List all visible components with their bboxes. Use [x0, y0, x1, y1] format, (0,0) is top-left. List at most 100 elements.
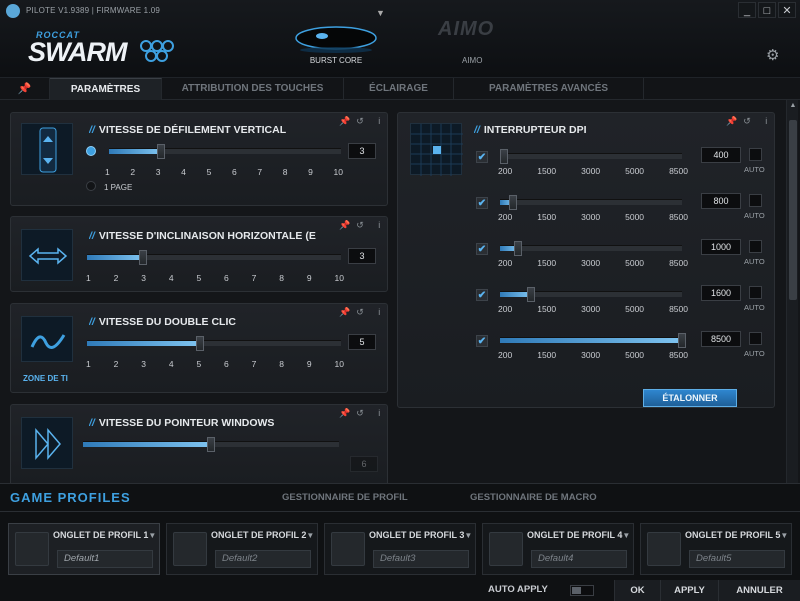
profile-name[interactable]: ONGLET DE PROFIL 3▼ — [369, 530, 472, 540]
double-click-slider[interactable] — [87, 336, 341, 351]
tick-label: 8500 — [669, 166, 688, 176]
dpi-enable-checkbox[interactable]: ✔ — [476, 335, 488, 347]
ok-button[interactable]: OK — [614, 580, 660, 601]
dpi-slider[interactable] — [500, 333, 686, 348]
panel-tools[interactable]: 📌↺ i — [726, 116, 773, 127]
auto-apply-label: AUTO APPLY — [488, 584, 548, 595]
profile-card-1[interactable]: ONGLET DE PROFIL 1▼ Default1 — [8, 523, 160, 575]
auto-label: AUTO — [744, 349, 765, 358]
auto-apply-toggle[interactable] — [570, 585, 594, 596]
tick-label: 8 — [279, 273, 284, 283]
dpi-title: //INTERRUPTEUR DPI — [474, 124, 587, 136]
dpi-slider[interactable] — [500, 149, 682, 164]
dpi-value[interactable]: 8500 — [701, 331, 741, 347]
game-profiles-title[interactable]: GAME PROFILES — [10, 490, 131, 505]
dpi-slider[interactable] — [500, 287, 682, 302]
tick-label: 8 — [279, 359, 284, 369]
dpi-enable-checkbox[interactable]: ✔ — [476, 151, 488, 163]
apply-button[interactable]: APPLY — [660, 580, 718, 601]
tick-label: 9 — [306, 359, 312, 369]
profile-card-4[interactable]: ONGLET DE PROFIL 4▼ Default4 — [482, 523, 634, 575]
page-radio[interactable] — [86, 181, 96, 191]
dpi-auto-checkbox[interactable] — [749, 286, 762, 299]
lines-radio[interactable] — [86, 146, 96, 156]
scroll-up-icon[interactable]: ▲ — [787, 100, 799, 112]
vertical-scroll-value[interactable]: 3 — [348, 143, 376, 159]
title-bar: PILOTE V1.9389 | FIRMWARE 1.09 ROCCAT SW… — [0, 0, 800, 78]
panel-tools[interactable]: 📌↺ i — [339, 116, 386, 127]
test-zone-label[interactable]: ZONE DE TI — [23, 374, 68, 383]
horizontal-tilt-value[interactable]: 3 — [348, 248, 376, 264]
dpi-auto-checkbox[interactable] — [749, 148, 762, 161]
dpi-slider[interactable] — [500, 241, 682, 256]
profile-preset[interactable]: Default2 — [215, 550, 311, 568]
profile-name[interactable]: ONGLET DE PROFIL 4▼ — [527, 530, 630, 540]
panel-tools[interactable]: 📌↺ i — [339, 220, 386, 231]
vertical-scroll-title: //VITESSE DE DÉFILEMENT VERTICAL — [89, 124, 287, 136]
slider-handle[interactable] — [207, 437, 215, 452]
horizontal-tilt-slider[interactable] — [87, 250, 341, 265]
slider-handle[interactable] — [513, 241, 522, 256]
slider-handle[interactable] — [678, 333, 686, 348]
aimo-logo[interactable]: AIMO — [438, 18, 494, 41]
pin-icon[interactable]: 📌 — [0, 78, 50, 100]
content-scrollbar[interactable]: ▲ — [786, 100, 798, 483]
profile-preset[interactable]: Default1 — [57, 550, 153, 568]
tick-label: 1500 — [537, 258, 557, 268]
tab-eclairage[interactable]: ÉCLAIRAGE — [344, 78, 454, 100]
profile-card-2[interactable]: ONGLET DE PROFIL 2▼ Default2 — [166, 523, 318, 575]
calibrate-button[interactable]: ÉTALONNER — [643, 389, 737, 407]
tick-label: 8500 — [669, 350, 688, 360]
profile-preset[interactable]: Default3 — [373, 550, 469, 568]
dpi-enable-checkbox[interactable]: ✔ — [476, 243, 488, 255]
dpi-value[interactable]: 800 — [701, 193, 741, 209]
pointer-speed-slider[interactable] — [83, 437, 339, 452]
tab-parametres-avances[interactable]: PARAMÈTRES AVANCÉS — [454, 78, 644, 100]
profile-name[interactable]: ONGLET DE PROFIL 5▼ — [685, 530, 788, 540]
panel-tools[interactable]: 📌↺ i — [339, 408, 386, 419]
pointer-speed-value[interactable]: 6 — [350, 456, 378, 472]
dpi-slider[interactable] — [500, 195, 682, 210]
double-click-value[interactable]: 5 — [348, 334, 376, 350]
dpi-auto-checkbox[interactable] — [749, 332, 762, 345]
horizontal-arrows-icon — [21, 229, 73, 281]
profile-preset[interactable]: Default5 — [689, 550, 785, 568]
tab-parametres[interactable]: PARAMÈTRES — [50, 78, 162, 100]
close-button[interactable]: ✕ — [778, 2, 796, 18]
panel-tools[interactable]: 📌↺ i — [339, 307, 386, 318]
slider-handle[interactable] — [500, 149, 509, 164]
gear-icon[interactable]: ⚙ — [766, 46, 779, 64]
double-click-icon — [21, 316, 73, 362]
tab-profile-manager[interactable]: GESTIONNAIRE DE PROFIL — [282, 492, 408, 503]
tab-macro-manager[interactable]: GESTIONNAIRE DE MACRO — [470, 492, 597, 503]
dpi-ticks: 200 1500 3000 5000 8500 — [498, 350, 688, 360]
tick-label: 3000 — [581, 166, 601, 176]
slider-handle[interactable] — [509, 195, 518, 210]
dpi-enable-checkbox[interactable]: ✔ — [476, 197, 488, 209]
dpi-value[interactable]: 1600 — [701, 285, 741, 301]
tab-attribution-touches[interactable]: ATTRIBUTION DES TOUCHES — [162, 78, 344, 100]
profile-card-5[interactable]: ONGLET DE PROFIL 5▼ Default5 — [640, 523, 792, 575]
maximize-button[interactable]: □ — [758, 2, 776, 18]
dpi-value[interactable]: 1000 — [701, 239, 741, 255]
device-selector[interactable]: ▼ BURST CORE — [276, 4, 416, 78]
profile-name[interactable]: ONGLET DE PROFIL 1▼ — [53, 530, 156, 540]
dpi-auto-checkbox[interactable] — [749, 240, 762, 253]
dpi-auto-checkbox[interactable] — [749, 194, 762, 207]
scroll-wheel-icon — [21, 123, 73, 175]
dpi-enable-checkbox[interactable]: ✔ — [476, 289, 488, 301]
scrollbar-thumb[interactable] — [789, 120, 797, 300]
tick-label: 3000 — [581, 350, 601, 360]
slider-handle[interactable] — [139, 250, 148, 265]
profile-card-3[interactable]: ONGLET DE PROFIL 3▼ Default3 — [324, 523, 476, 575]
slider-handle[interactable] — [156, 144, 165, 159]
vertical-scroll-slider[interactable] — [109, 144, 341, 159]
cancel-button[interactable]: ANNULER — [718, 580, 800, 601]
profile-name[interactable]: ONGLET DE PROFIL 2▼ — [211, 530, 314, 540]
minimize-button[interactable]: _ — [738, 2, 756, 18]
tick-label: 6 — [231, 167, 237, 177]
slider-handle[interactable] — [526, 287, 535, 302]
dpi-value[interactable]: 400 — [701, 147, 741, 163]
slider-handle[interactable] — [195, 336, 204, 351]
profile-preset[interactable]: Default4 — [531, 550, 627, 568]
